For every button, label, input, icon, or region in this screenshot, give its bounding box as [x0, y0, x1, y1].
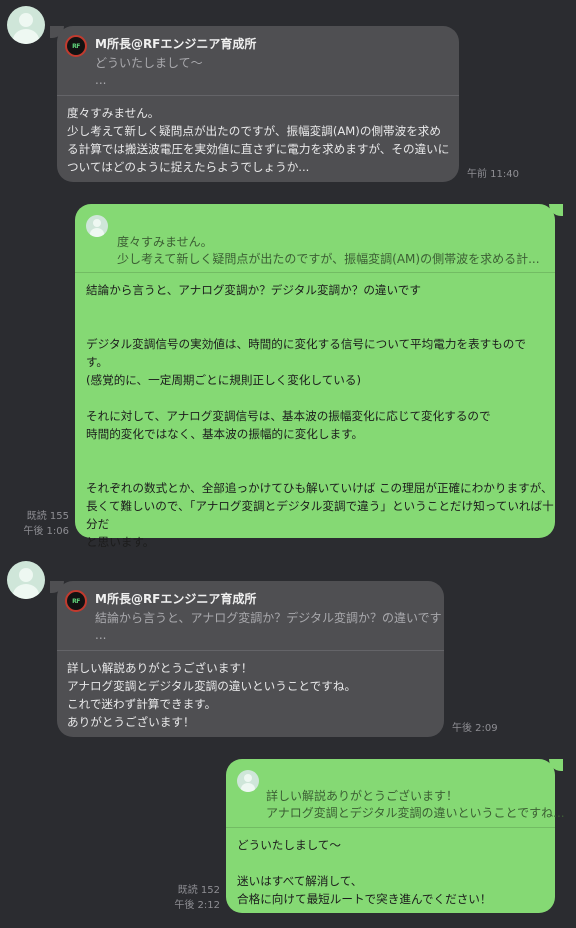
- message-text: どういたしまして～ 迷いはすべて解消して、 合格に向けて最短ルートで突き進んでく…: [237, 838, 492, 906]
- rf-logo-icon: RF: [65, 590, 87, 612]
- quote-line: 詳しい解説ありがとうございます！: [266, 789, 459, 803]
- quote-ellipsis: ...: [95, 73, 107, 87]
- timestamp: 午後 2:12: [174, 900, 220, 911]
- quote-line: 少し考えて新しく疑問点が出たのですが、振幅変調(AM)の側帯波を求める計...: [117, 252, 540, 266]
- message-text: 度々すみません。 少し考えて新しく疑問点が出たのですが、振幅変調(AM)の側帯波…: [67, 106, 450, 174]
- message-text: 結論から言うと、アナログ変調か？デジタル変調か？の違いです デジタル変調信号の実…: [86, 283, 554, 549]
- quote-sender: M所長@RFエンジニア育成所: [95, 37, 257, 51]
- reply-quote[interactable]: 詳しい解説ありがとうございます！ アナログ変調とデジタル変調の違いということです…: [226, 759, 565, 828]
- timestamp: 午前 11:40: [467, 169, 519, 180]
- timestamp: 午後 2:09: [452, 723, 498, 734]
- read-receipt: 既読 155: [26, 511, 69, 522]
- quote-line: アナログ変調とデジタル変調の違いということですね...: [266, 806, 565, 820]
- contact-avatar[interactable]: [7, 6, 45, 44]
- quote-sender: M所長@RFエンジニア育成所: [95, 592, 257, 606]
- read-receipt: 既読 152: [177, 885, 220, 896]
- quote-ellipsis: ...: [95, 628, 107, 642]
- message-bubble-incoming[interactable]: RF M所長@RFエンジニア育成所 結論から言うと、アナログ変調か？デジタル変調…: [57, 581, 444, 737]
- user-avatar-icon: [86, 215, 108, 237]
- contact-avatar[interactable]: [7, 561, 45, 599]
- reply-quote[interactable]: RF M所長@RFエンジニア育成所 どういたしまして～ ...: [57, 26, 459, 96]
- reply-quote[interactable]: RF M所長@RFエンジニア育成所 結論から言うと、アナログ変調か？デジタル変調…: [57, 581, 444, 651]
- quote-line: 結論から言うと、アナログ変調か？デジタル変調か？の違いです: [95, 611, 442, 625]
- message-bubble-outgoing[interactable]: 度々すみません。 少し考えて新しく疑問点が出たのですが、振幅変調(AM)の側帯波…: [75, 204, 555, 549]
- divider: [226, 827, 555, 828]
- divider: [57, 650, 444, 651]
- message-bubble-outgoing[interactable]: 詳しい解説ありがとうございます！ アナログ変調とデジタル変調の違いということです…: [226, 759, 565, 913]
- rf-logo-icon: RF: [65, 35, 87, 57]
- message-text: 詳しい解説ありがとうございます！ アナログ変調とデジタル変調の違いということです…: [67, 661, 357, 729]
- divider: [57, 95, 459, 96]
- reply-quote[interactable]: 度々すみません。 少し考えて新しく疑問点が出たのですが、振幅変調(AM)の側帯波…: [75, 204, 555, 273]
- user-avatar-icon: [237, 770, 259, 792]
- timestamp: 午後 1:06: [23, 526, 69, 537]
- quote-line: どういたしまして～: [95, 56, 203, 70]
- message-bubble-incoming[interactable]: RF M所長@RFエンジニア育成所 どういたしまして～ ... 度々すみません。…: [57, 26, 459, 182]
- quote-line: 度々すみません。: [117, 235, 213, 249]
- divider: [75, 272, 555, 273]
